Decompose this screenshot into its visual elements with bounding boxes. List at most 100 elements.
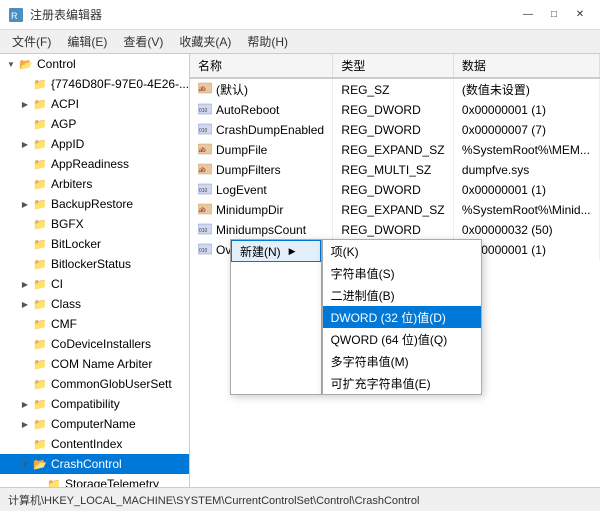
title-controls: — □ ✕ — [516, 5, 592, 25]
svg-text:ab: ab — [199, 166, 206, 174]
cell-data: (数值未设置) — [453, 78, 599, 100]
cell-type: REG_EXPAND_SZ — [333, 200, 453, 220]
menu-item-v[interactable]: 查看(V) — [115, 31, 171, 52]
submenu-item-1[interactable]: 字符串值(S) — [323, 262, 481, 284]
new-menu: 新建(N) ▶ — [230, 239, 322, 395]
tree-label-appreadiness: AppReadiness — [51, 157, 129, 171]
cell-name: 010LogEvent — [190, 180, 333, 200]
col-header-type[interactable]: 类型 — [333, 54, 453, 78]
tree-item-ci[interactable]: CI — [0, 274, 189, 294]
tree-item-bgfx[interactable]: BGFX — [0, 214, 189, 234]
tree-label-bitlockerstatus: BitlockerStatus — [51, 257, 131, 271]
table-row[interactable]: 010MinidumpsCountREG_DWORD0x00000032 (50… — [190, 220, 600, 240]
expand-arrow-crashcontrol[interactable] — [18, 457, 32, 471]
expand-arrow-class[interactable] — [18, 297, 32, 311]
string-value-icon: ab — [198, 143, 212, 158]
submenu-item-3[interactable]: DWORD (32 位)值(D) — [323, 306, 481, 328]
folder-icon-backuprestore — [32, 197, 48, 211]
right-panel[interactable]: 名称 类型 数据 ab(默认)REG_SZ(数值未设置)010AutoReboo… — [190, 54, 600, 487]
expand-arrow-acpi[interactable] — [18, 97, 32, 111]
tree-panel[interactable]: Control {7746D80F-97E0-4E26-... ACPI AGP… — [0, 54, 190, 487]
folder-icon-codeviceinstallers — [32, 337, 48, 351]
tree-item-arbiters[interactable]: Arbiters — [0, 174, 189, 194]
expand-arrow-ci[interactable] — [18, 277, 32, 291]
cell-type: REG_EXPAND_SZ — [333, 140, 453, 160]
submenu-item-6[interactable]: 可扩充字符串值(E) — [323, 372, 481, 394]
svg-text:010: 010 — [199, 128, 208, 134]
table-row[interactable]: abDumpFileREG_EXPAND_SZ%SystemRoot%\MEM.… — [190, 140, 600, 160]
dword-value-icon: 010 — [198, 103, 212, 118]
col-header-name[interactable]: 名称 — [190, 54, 333, 78]
submenu-item-4[interactable]: QWORD (64 位)值(Q) — [323, 328, 481, 350]
string-value-icon: ab — [198, 163, 212, 178]
menu-item-a[interactable]: 收藏夹(A) — [171, 31, 239, 52]
tree-label-compatibility: Compatibility — [51, 397, 120, 411]
table-row[interactable]: ab(默认)REG_SZ(数值未设置) — [190, 78, 600, 100]
minimize-button[interactable]: — — [516, 5, 540, 25]
submenu-item-0[interactable]: 项(K) — [323, 240, 481, 262]
close-button[interactable]: ✕ — [568, 5, 592, 25]
cell-data: 0x00000001 (1) — [453, 180, 599, 200]
folder-icon-class — [32, 297, 48, 311]
tree-label-backuprestore: BackupRestore — [51, 197, 133, 211]
tree-label-control: Control — [37, 57, 76, 71]
tree-item-guid[interactable]: {7746D80F-97E0-4E26-... — [0, 74, 189, 94]
expand-arrow-computername[interactable] — [18, 417, 32, 431]
table-row[interactable]: abMinidumpDirREG_EXPAND_SZ%SystemRoot%\M… — [190, 200, 600, 220]
registry-table: 名称 类型 数据 ab(默认)REG_SZ(数值未设置)010AutoReboo… — [190, 54, 600, 260]
menu-item-h[interactable]: 帮助(H) — [239, 31, 296, 52]
tree-item-backuprestore[interactable]: BackupRestore — [0, 194, 189, 214]
svg-text:ab: ab — [199, 85, 206, 93]
table-row[interactable]: 010AutoRebootREG_DWORD0x00000001 (1) — [190, 100, 600, 120]
cell-data: %SystemRoot%\Minid... — [453, 200, 599, 220]
table-row[interactable]: abDumpFiltersREG_MULTI_SZdumpfve.sys — [190, 160, 600, 180]
status-bar: 计算机\HKEY_LOCAL_MACHINE\SYSTEM\CurrentCon… — [0, 487, 600, 511]
tree-item-storagetelemetry[interactable]: StorageTelemetry — [0, 474, 189, 487]
menu-item-e[interactable]: 编辑(E) — [59, 31, 115, 52]
svg-text:010: 010 — [199, 248, 208, 254]
string-value-icon: ab — [198, 203, 212, 218]
tree-item-comnamearbiter[interactable]: COM Name Arbiter — [0, 354, 189, 374]
tree-label-storagetelemetry: StorageTelemetry — [65, 477, 159, 487]
cell-name: abDumpFile — [190, 140, 333, 160]
tree-label-cmf: CMF — [51, 317, 77, 331]
new-menu-item[interactable]: 新建(N) ▶ — [231, 240, 321, 262]
tree-item-appid[interactable]: AppID — [0, 134, 189, 154]
tree-item-class[interactable]: Class — [0, 294, 189, 314]
col-header-data[interactable]: 数据 — [453, 54, 599, 78]
tree-item-bitlockerstatus[interactable]: BitlockerStatus — [0, 254, 189, 274]
menu-item-f[interactable]: 文件(F) — [4, 31, 59, 52]
folder-icon-storagetelemetry — [46, 477, 62, 487]
expand-arrow-backuprestore[interactable] — [18, 197, 32, 211]
folder-icon-cmf — [32, 317, 48, 331]
expand-arrow-control[interactable] — [4, 57, 18, 71]
tree-item-codeviceinstallers[interactable]: CoDeviceInstallers — [0, 334, 189, 354]
folder-icon-comnamearbiter — [32, 357, 48, 371]
tree-item-acpi[interactable]: ACPI — [0, 94, 189, 114]
table-row[interactable]: 010CrashDumpEnabledREG_DWORD0x00000007 (… — [190, 120, 600, 140]
string-value-icon: ab — [198, 82, 212, 97]
tree-item-compatibility[interactable]: Compatibility — [0, 394, 189, 414]
table-row[interactable]: 010LogEventREG_DWORD0x00000001 (1) — [190, 180, 600, 200]
tree-item-agp[interactable]: AGP — [0, 114, 189, 134]
cell-data: 0x00000007 (7) — [453, 120, 599, 140]
tree-item-crashcontrol[interactable]: CrashControl — [0, 454, 189, 474]
tree-label-bitlocker: BitLocker — [51, 237, 101, 251]
tree-item-computername[interactable]: ComputerName — [0, 414, 189, 434]
tree-label-acpi: ACPI — [51, 97, 79, 111]
maximize-button[interactable]: □ — [542, 5, 566, 25]
tree-item-cmf[interactable]: CMF — [0, 314, 189, 334]
tree-item-bitlocker[interactable]: BitLocker — [0, 234, 189, 254]
expand-arrow-compatibility[interactable] — [18, 397, 32, 411]
status-text: 计算机\HKEY_LOCAL_MACHINE\SYSTEM\CurrentCon… — [8, 492, 419, 508]
tree-item-contentindex[interactable]: ContentIndex — [0, 434, 189, 454]
submenu-item-5[interactable]: 多字符串值(M) — [323, 350, 481, 372]
submenu-item-2[interactable]: 二进制值(B) — [323, 284, 481, 306]
svg-text:ab: ab — [199, 146, 206, 154]
expand-arrow-appid[interactable] — [18, 137, 32, 151]
folder-icon-acpi — [32, 97, 48, 111]
tree-item-appreadiness[interactable]: AppReadiness — [0, 154, 189, 174]
tree-item-commonglobusersett[interactable]: CommonGlobUserSett — [0, 374, 189, 394]
app-icon: R — [8, 7, 24, 23]
tree-item-control[interactable]: Control — [0, 54, 189, 74]
